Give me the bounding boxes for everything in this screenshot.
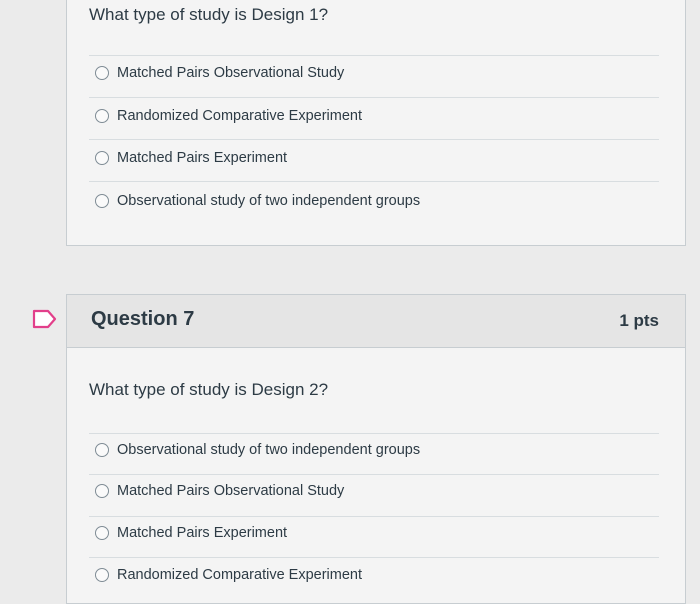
radio-button[interactable] xyxy=(95,526,109,540)
option-label: Observational study of two independent g… xyxy=(117,442,421,458)
bookmark-flag-icon[interactable] xyxy=(32,309,58,329)
radio-button[interactable] xyxy=(95,484,109,498)
divider xyxy=(89,139,659,140)
divider xyxy=(89,474,659,475)
radio-button[interactable] xyxy=(95,194,109,208)
question-7-card: Question 7 1 pts What type of study is D… xyxy=(66,294,686,604)
divider xyxy=(89,55,659,56)
option-label: Matched Pairs Experiment xyxy=(117,525,288,541)
divider xyxy=(89,181,659,182)
option-label: Matched Pairs Experiment xyxy=(117,150,288,166)
question-points: 1 pts xyxy=(619,311,659,330)
option-label: Matched Pairs Observational Study xyxy=(117,483,345,499)
q7-option-4[interactable]: Randomized Comparative Experiment xyxy=(95,564,362,586)
option-label: Randomized Comparative Experiment xyxy=(117,567,362,583)
divider xyxy=(89,516,659,517)
q7-option-2[interactable]: Matched Pairs Observational Study xyxy=(95,480,344,502)
q7-option-1[interactable]: Observational study of two independent g… xyxy=(95,439,420,461)
radio-button[interactable] xyxy=(95,443,109,457)
q7-option-3[interactable]: Matched Pairs Experiment xyxy=(95,522,287,544)
divider xyxy=(89,97,659,98)
q6-option-1[interactable]: Matched Pairs Observational Study xyxy=(95,62,344,84)
q6-option-3[interactable]: Matched Pairs Experiment xyxy=(95,147,287,169)
option-label: Matched Pairs Observational Study xyxy=(117,65,345,81)
question-7-prompt: What type of study is Design 2? xyxy=(89,380,329,399)
question-header: Question 7 1 pts xyxy=(67,295,685,348)
divider xyxy=(89,557,659,558)
divider xyxy=(89,433,659,434)
radio-button[interactable] xyxy=(95,109,109,123)
radio-button[interactable] xyxy=(95,151,109,165)
option-label: Observational study of two independent g… xyxy=(117,193,421,209)
option-label: Randomized Comparative Experiment xyxy=(117,108,362,124)
question-6-card: What type of study is Design 1? Matched … xyxy=(66,0,686,246)
q6-option-4[interactable]: Observational study of two independent g… xyxy=(95,190,420,212)
q6-option-2[interactable]: Randomized Comparative Experiment xyxy=(95,105,362,127)
radio-button[interactable] xyxy=(95,66,109,80)
question-6-prompt: What type of study is Design 1? xyxy=(89,5,329,24)
question-title: Question 7 xyxy=(91,308,195,330)
radio-button[interactable] xyxy=(95,568,109,582)
